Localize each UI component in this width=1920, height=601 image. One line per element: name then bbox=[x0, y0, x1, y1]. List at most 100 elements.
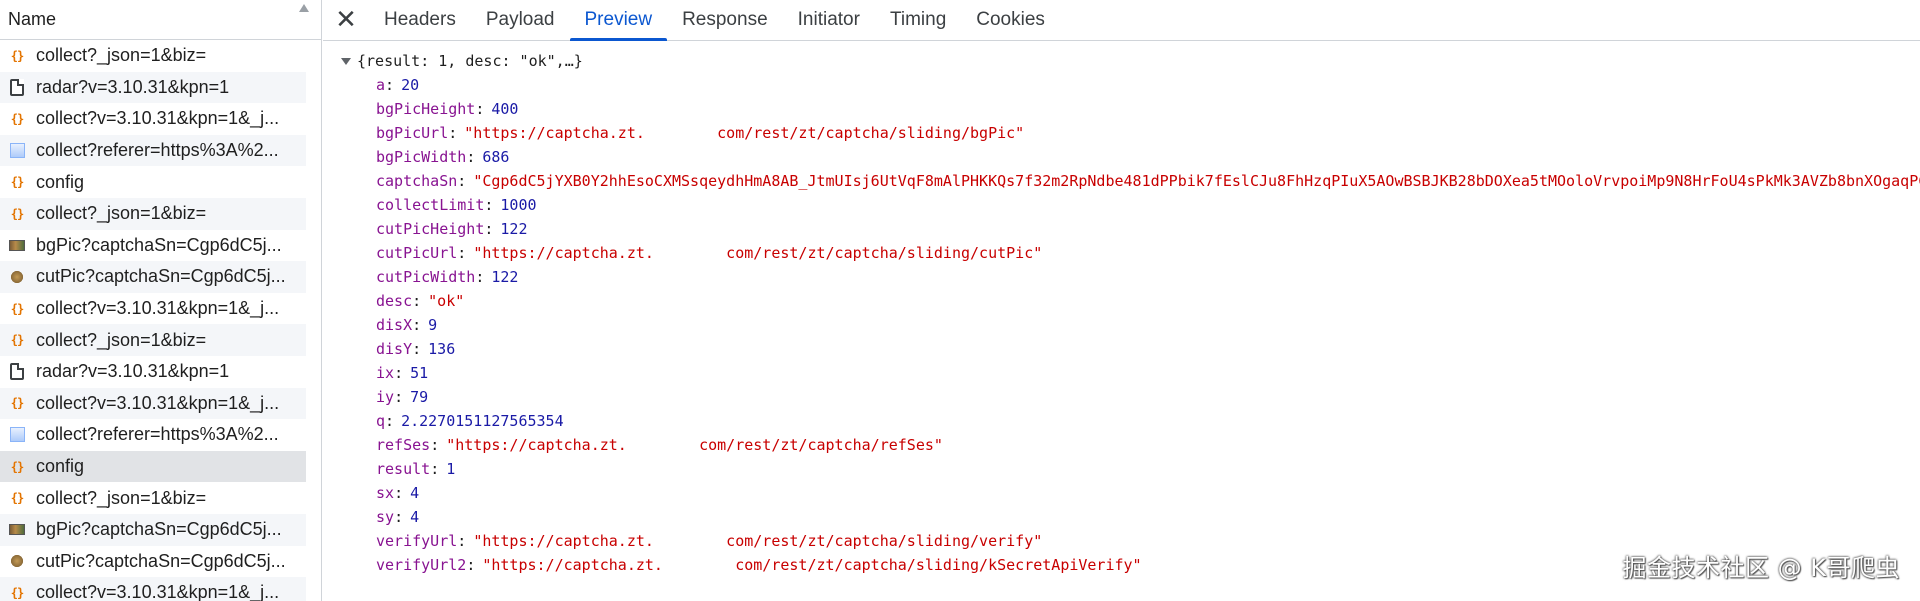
json-property[interactable]: bgPicUrl: "https://captcha.zt. com/rest/z… bbox=[341, 121, 1920, 145]
json-property[interactable]: sx:4 bbox=[341, 481, 1920, 505]
json-property[interactable]: bgPicHeight:400 bbox=[341, 97, 1920, 121]
fetch-json-icon: {} bbox=[10, 491, 24, 506]
property-value: 1 bbox=[446, 460, 456, 478]
fetch-json-icon: {} bbox=[10, 333, 24, 348]
json-property[interactable]: result:1 bbox=[341, 457, 1920, 481]
expand-triangle-icon[interactable] bbox=[341, 58, 351, 65]
json-property[interactable]: cutPicUrl: "https://captcha.zt. com/rest/… bbox=[341, 241, 1920, 265]
request-list-panel: Name {} collect?_json=1&biz= radar?v=3.10.… bbox=[0, 0, 322, 601]
request-row[interactable]: bgPic?captchaSn=Cgp6dC5j... bbox=[0, 230, 306, 262]
property-value: "https://captcha.zt. com/rest/zt/captcha… bbox=[482, 556, 1142, 574]
request-row[interactable]: radar?v=3.10.31&kpn=1 bbox=[0, 71, 306, 104]
request-row[interactable]: {} collect?v=3.10.31&kpn=1&_j... bbox=[0, 577, 306, 601]
request-row[interactable]: cutPic?captchaSn=Cgp6dC5j... bbox=[0, 261, 306, 293]
tab-headers[interactable]: Headers bbox=[369, 0, 471, 40]
name-header-label: Name bbox=[8, 9, 57, 29]
request-name: collect?_json=1&biz= bbox=[36, 329, 207, 350]
property-value: 400 bbox=[491, 100, 519, 118]
json-property[interactable]: desc: "ok" bbox=[341, 289, 1920, 313]
request-row[interactable]: {} collect?_json=1&biz= bbox=[0, 482, 306, 514]
json-property[interactable]: ix:51 bbox=[341, 361, 1920, 385]
property-colon: : bbox=[394, 364, 404, 382]
property-value: 20 bbox=[401, 76, 420, 94]
property-colon: : bbox=[484, 220, 494, 238]
request-name: collect?_json=1&biz= bbox=[36, 203, 207, 224]
property-key: cutPicHeight bbox=[376, 220, 485, 238]
request-name: collect?_json=1&biz= bbox=[36, 487, 207, 508]
request-row[interactable]: collect?referer=https%3A%2... bbox=[0, 134, 306, 167]
property-key: collectLimit bbox=[376, 196, 485, 214]
background-image-icon bbox=[8, 521, 26, 539]
request-row[interactable]: bgPic?captchaSn=Cgp6dC5j... bbox=[0, 513, 306, 546]
image-icon bbox=[8, 142, 26, 160]
tab-preview[interactable]: Preview bbox=[569, 0, 668, 41]
tab-response[interactable]: Response bbox=[667, 0, 783, 40]
json-property[interactable]: cutPicWidth:122 bbox=[341, 265, 1920, 289]
puzzle-piece-icon bbox=[8, 552, 26, 570]
json-property[interactable]: iy:79 bbox=[341, 385, 1920, 409]
property-key: verifyUrl bbox=[376, 532, 458, 550]
json-property[interactable]: disY:136 bbox=[341, 337, 1920, 361]
request-name: collect?v=3.10.31&kpn=1&_j... bbox=[36, 298, 280, 319]
json-property[interactable]: refSes: "https://captcha.zt. com/rest/zt/… bbox=[341, 433, 1920, 457]
property-colon: : bbox=[484, 196, 494, 214]
property-colon: : bbox=[412, 292, 422, 310]
property-key: q bbox=[376, 412, 386, 430]
json-property[interactable]: cutPicHeight:122 bbox=[341, 217, 1920, 241]
json-property[interactable]: q:2.2270151127565354 bbox=[341, 409, 1920, 433]
property-key: refSes bbox=[376, 436, 431, 454]
fetch-json-icon: {} bbox=[10, 301, 24, 316]
json-property[interactable]: bgPicWidth:686 bbox=[341, 145, 1920, 169]
property-key: bgPicUrl bbox=[376, 124, 449, 142]
request-row[interactable]: {} collect?v=3.10.31&kpn=1&_j... bbox=[0, 293, 306, 325]
request-row[interactable]: collect?referer=https%3A%2... bbox=[0, 419, 306, 451]
request-name: bgPic?captchaSn=Cgp6dC5j... bbox=[36, 234, 282, 255]
property-key: result bbox=[376, 460, 431, 478]
request-row[interactable]: radar?v=3.10.31&kpn=1 bbox=[0, 356, 306, 388]
request-name: radar?v=3.10.31&kpn=1 bbox=[36, 76, 230, 97]
json-property[interactable]: collectLimit:1000 bbox=[341, 193, 1920, 217]
request-name: collect?referer=https%3A%2... bbox=[36, 424, 279, 445]
details-tabbar: ✕ Headers Payload Preview Response Initiator… bbox=[323, 0, 1920, 41]
property-colon: : bbox=[430, 460, 440, 478]
tab-initiator[interactable]: Initiator bbox=[783, 0, 875, 40]
property-key: cutPicWidth bbox=[376, 268, 476, 286]
name-column-header[interactable]: Name bbox=[0, 0, 321, 40]
close-icon[interactable]: ✕ bbox=[323, 0, 369, 40]
property-value: 1000 bbox=[500, 196, 537, 214]
json-property[interactable]: a:20 bbox=[341, 73, 1920, 97]
property-colon: : bbox=[457, 172, 467, 190]
request-name: config bbox=[36, 171, 85, 192]
request-row[interactable]: {} config bbox=[0, 450, 306, 483]
property-value: "ok" bbox=[428, 292, 465, 310]
request-row[interactable]: {} collect?_json=1&biz= bbox=[0, 324, 306, 356]
sort-ascending-icon[interactable] bbox=[299, 4, 309, 12]
tab-payload[interactable]: Payload bbox=[471, 0, 570, 40]
property-key: verifyUrl2 bbox=[376, 556, 467, 574]
request-row[interactable]: {} config bbox=[0, 166, 306, 198]
request-row[interactable]: {} collect?v=3.10.31&kpn=1&_j... bbox=[0, 103, 306, 135]
request-row[interactable]: cutPic?captchaSn=Cgp6dC5j... bbox=[0, 546, 306, 578]
request-row[interactable]: {} collect?v=3.10.31&kpn=1&_j... bbox=[0, 387, 306, 420]
property-value: 79 bbox=[410, 388, 429, 406]
request-row[interactable]: {} collect?_json=1&biz= bbox=[0, 197, 306, 230]
request-row[interactable]: {} collect?_json=1&biz= bbox=[0, 40, 306, 72]
json-property[interactable]: sy:4 bbox=[341, 505, 1920, 529]
request-name: cutPic?captchaSn=Cgp6dC5j... bbox=[36, 266, 286, 287]
property-key: cutPicUrl bbox=[376, 244, 458, 262]
property-key: disX bbox=[376, 316, 413, 334]
property-key: disY bbox=[376, 340, 413, 358]
json-property[interactable]: captchaSn: "Cgp6dC5jYXB0Y2hhEsoCXMSsqeydh… bbox=[341, 169, 1920, 193]
property-key: captchaSn bbox=[376, 172, 458, 190]
json-root-summary[interactable]: {result: 1, desc: "ok",…} bbox=[341, 49, 1920, 73]
json-property[interactable]: disX:9 bbox=[341, 313, 1920, 337]
fetch-json-icon: {} bbox=[10, 585, 24, 600]
request-name: collect?referer=https%3A%2... bbox=[36, 140, 279, 161]
property-colon: : bbox=[385, 412, 395, 430]
property-value: 686 bbox=[482, 148, 510, 166]
property-key: desc bbox=[376, 292, 413, 310]
details-panel: ✕ Headers Payload Preview Response Initiator… bbox=[323, 0, 1920, 601]
tab-timing[interactable]: Timing bbox=[875, 0, 961, 40]
tab-cookies[interactable]: Cookies bbox=[961, 0, 1060, 40]
property-key: bgPicWidth bbox=[376, 148, 467, 166]
